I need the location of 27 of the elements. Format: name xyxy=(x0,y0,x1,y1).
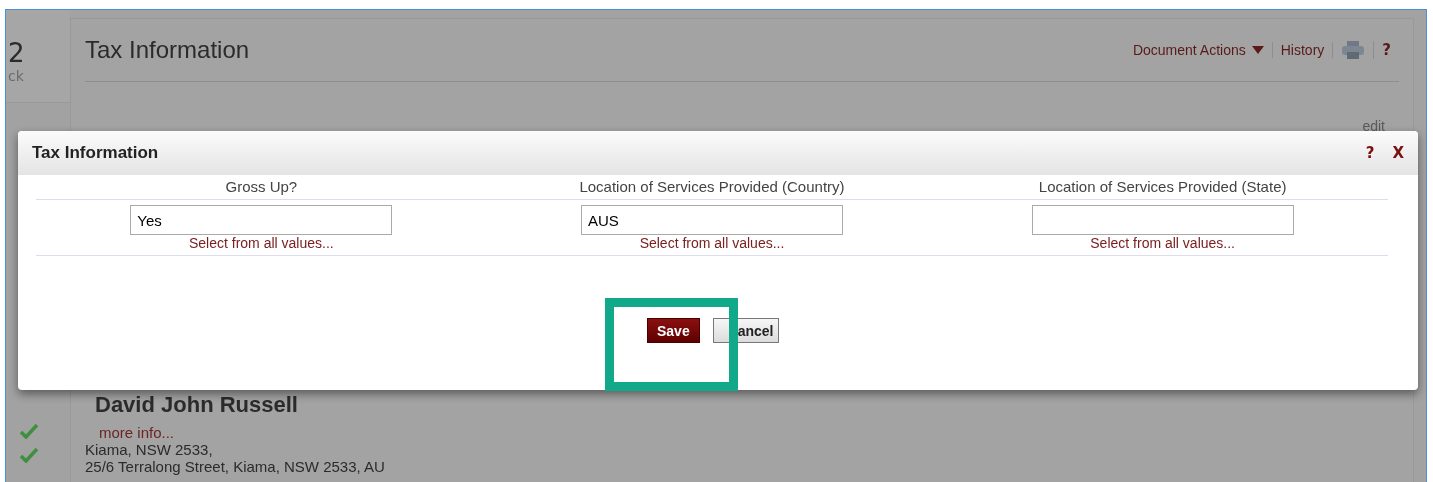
printer-icon[interactable] xyxy=(1341,41,1366,59)
address-line: Kiama, NSW 2533, xyxy=(85,441,214,458)
save-button[interactable]: Save xyxy=(647,318,700,343)
address-line: 25/6 Terralong Street, Kiama, NSW 2533, AU xyxy=(85,458,386,475)
checkmark-icon xyxy=(20,423,38,439)
help-link[interactable]: ? xyxy=(1374,41,1399,59)
input-field[interactable]: Yes xyxy=(130,205,393,235)
page-title: Tax Information xyxy=(85,36,250,64)
caret-icon xyxy=(1251,46,1264,54)
history-link[interactable]: History xyxy=(1272,42,1334,58)
select-values-link[interactable]: Select from all values... xyxy=(937,235,1388,256)
select-values-link[interactable]: Select from all values... xyxy=(486,235,938,256)
checkmark-icon xyxy=(20,447,38,463)
field-label: Location of Services Provided (Country) xyxy=(486,175,938,200)
contact-name: David John Russell xyxy=(95,392,299,418)
help-button[interactable]: ? xyxy=(1365,144,1375,162)
record-caption: ck xyxy=(8,68,24,84)
select-values-link[interactable]: Select from all values... xyxy=(36,235,487,256)
field-label: Location of Services Provided (State) xyxy=(937,175,1388,200)
input-field[interactable]: AUS xyxy=(581,205,843,235)
dialog-title: Tax Information xyxy=(32,143,159,163)
more-info-link[interactable]: more info... xyxy=(99,424,1399,441)
input-field[interactable] xyxy=(1031,205,1294,235)
document-actions-menu[interactable]: Document Actions xyxy=(1124,42,1273,58)
close-button[interactable]: X xyxy=(1392,144,1404,162)
field-label: Gross Up? xyxy=(36,175,487,200)
record-number: 2 xyxy=(8,38,25,68)
